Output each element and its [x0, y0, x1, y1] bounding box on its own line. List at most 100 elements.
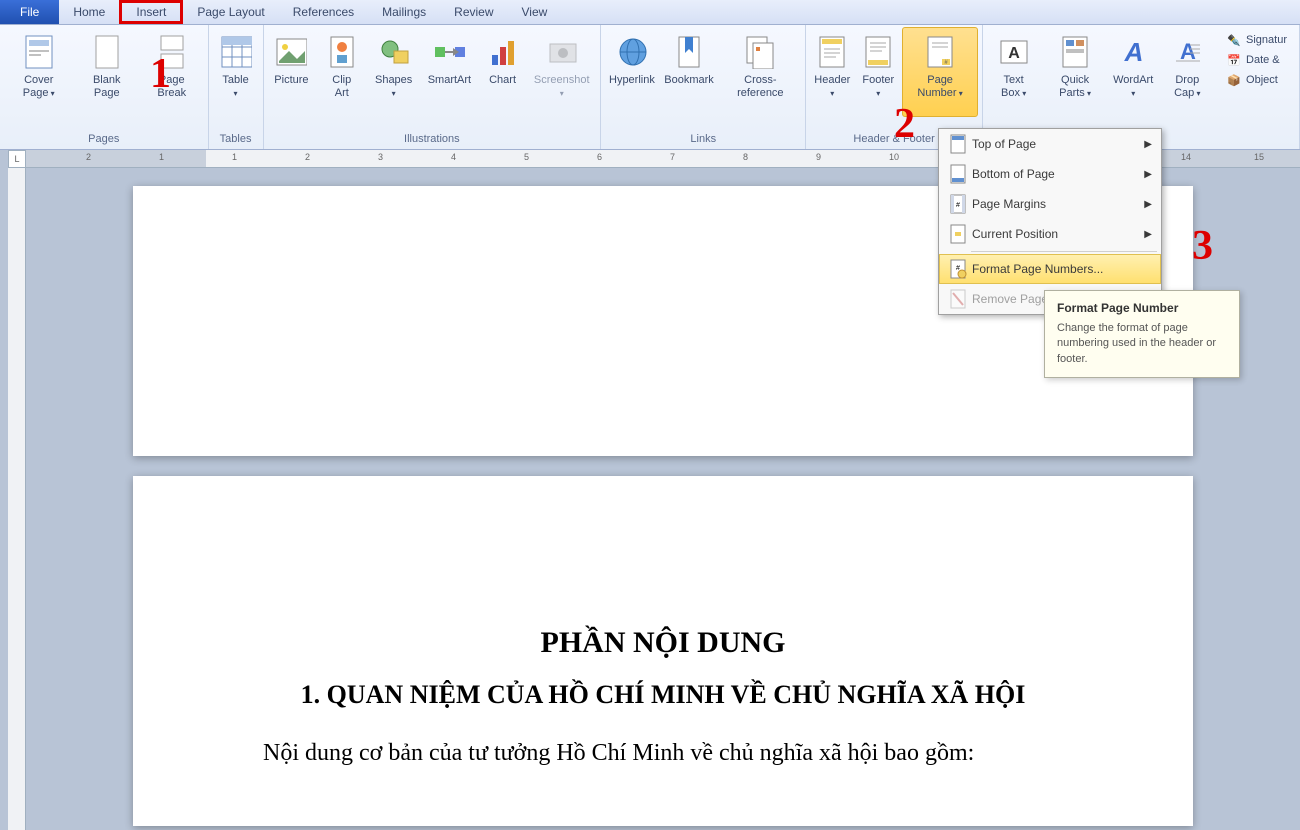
label: Top of Page	[972, 137, 1036, 151]
label: Bookmark	[664, 74, 714, 87]
tooltip-title: Format Page Number	[1057, 301, 1227, 315]
smartart-icon	[433, 32, 465, 72]
tab-insert[interactable]: Insert	[119, 0, 183, 24]
table-button[interactable]: Table▾	[213, 27, 259, 117]
group-illustrations: Picture Clip Art Shapes▾ SmartArt Chart …	[264, 25, 602, 149]
bookmark-icon	[673, 32, 705, 72]
picture-button[interactable]: Picture	[268, 27, 316, 117]
label: Page Break	[147, 74, 197, 100]
label: Cover Page ▾	[11, 74, 66, 100]
page-margins-icon: #	[944, 194, 972, 214]
current-position-icon	[944, 224, 972, 244]
doc-heading: PHẦN NỘI DUNG	[223, 626, 1103, 660]
screenshot-button[interactable]: Screenshot▾	[527, 27, 596, 117]
page-number-button[interactable]: # Page Number ▾	[902, 27, 978, 117]
separator	[971, 251, 1157, 252]
submenu-arrow-icon: ▶	[1144, 229, 1152, 240]
top-of-page-icon	[944, 134, 972, 154]
dd-top-of-page[interactable]: Top of Page ▶	[939, 129, 1161, 159]
cover-page-icon	[23, 32, 55, 72]
tab-page-layout[interactable]: Page Layout	[183, 0, 278, 24]
wordart-icon: A	[1117, 32, 1149, 72]
tab-view[interactable]: View	[508, 0, 562, 24]
tab-review[interactable]: Review	[440, 0, 507, 24]
svg-text:A: A	[1008, 45, 1020, 62]
label: Bottom of Page	[972, 167, 1055, 181]
header-button[interactable]: Header▾	[810, 27, 854, 117]
chart-icon	[487, 32, 519, 72]
wordart-button[interactable]: A WordArt▾	[1110, 27, 1157, 117]
header-icon	[816, 32, 848, 72]
ruler-corner[interactable]: L	[8, 150, 26, 168]
label: Blank Page	[82, 74, 131, 100]
footer-icon	[862, 32, 894, 72]
label: Shapes▾	[375, 74, 412, 100]
doc-paragraph: Nội dung cơ bản của tư tưởng Hồ Chí Minh…	[223, 740, 1103, 767]
label: SmartArt	[428, 74, 471, 87]
object-button[interactable]: 📦Object	[1222, 71, 1291, 89]
page-number-dropdown: Top of Page ▶ Bottom of Page ▶ # Page Ma…	[938, 128, 1162, 315]
table-icon	[220, 32, 252, 72]
label: WordArt▾	[1113, 74, 1153, 100]
label: Picture	[274, 74, 308, 87]
shapes-icon	[378, 32, 410, 72]
hyperlink-icon	[616, 32, 648, 72]
tab-home[interactable]: Home	[59, 0, 119, 24]
svg-text:#: #	[956, 202, 960, 209]
dd-page-margins[interactable]: # Page Margins ▶	[939, 189, 1161, 219]
page-break-icon	[156, 32, 188, 72]
label: Hyperlink	[609, 74, 655, 87]
chart-button[interactable]: Chart	[480, 27, 526, 117]
doc-subheading: 1. QUAN NIỆM CỦA HỒ CHÍ MINH VỀ CHỦ NGHĨ…	[223, 680, 1103, 710]
cover-page-button[interactable]: Cover Page ▾	[4, 27, 73, 117]
text-box-button[interactable]: A Text Box ▾	[987, 27, 1040, 117]
date-time-button[interactable]: 📅Date &	[1222, 51, 1291, 69]
group-links: Hyperlink Bookmark Cross-reference Links	[601, 25, 806, 149]
label: Footer▾	[862, 74, 894, 100]
picture-icon	[275, 32, 307, 72]
footer-button[interactable]: Footer▾	[856, 27, 900, 117]
group-tables: Table▾ Tables	[209, 25, 264, 149]
submenu-arrow-icon: ▶	[1144, 139, 1152, 150]
submenu-arrow-icon: ▶	[1144, 169, 1152, 180]
screenshot-icon	[546, 32, 578, 72]
smartart-button[interactable]: SmartArt	[421, 27, 478, 117]
submenu-arrow-icon: ▶	[1144, 199, 1152, 210]
hyperlink-button[interactable]: Hyperlink	[605, 27, 659, 117]
signature-line-button[interactable]: ✒️Signatur	[1222, 31, 1291, 49]
label: Clip Art	[324, 74, 359, 100]
drop-cap-icon: A	[1171, 32, 1203, 72]
dd-current-position[interactable]: Current Position ▶	[939, 219, 1161, 249]
drop-cap-button[interactable]: A Drop Cap ▾	[1159, 27, 1216, 117]
cross-reference-button[interactable]: Cross-reference	[719, 27, 801, 117]
label: Page Margins	[972, 197, 1046, 211]
blank-page-button[interactable]: Blank Page	[75, 27, 138, 117]
dd-format-page-numbers[interactable]: # Format Page Numbers...	[939, 254, 1161, 284]
bookmark-button[interactable]: Bookmark	[661, 27, 718, 117]
cross-ref-icon	[744, 32, 776, 72]
bottom-of-page-icon	[944, 164, 972, 184]
quick-parts-button[interactable]: Quick Parts ▾	[1042, 27, 1107, 117]
signature-icon: ✒️	[1226, 32, 1242, 48]
label: Screenshot▾	[534, 74, 590, 100]
label: Current Position	[972, 227, 1058, 241]
tab-references[interactable]: References	[279, 0, 368, 24]
file-tab[interactable]: File	[0, 0, 59, 24]
quick-parts-icon	[1059, 32, 1091, 72]
page-2[interactable]: PHẦN NỘI DUNG 1. QUAN NIỆM CỦA HỒ CHÍ MI…	[133, 476, 1193, 826]
page-break-button[interactable]: Page Break	[140, 27, 204, 117]
label: Cross-reference	[726, 74, 794, 100]
vertical-ruler[interactable]	[8, 168, 26, 830]
label: Quick Parts ▾	[1049, 74, 1100, 100]
label: Header▾	[814, 74, 850, 100]
clip-art-button[interactable]: Clip Art	[317, 27, 366, 117]
group-title: Tables	[213, 131, 259, 149]
label: Drop Cap ▾	[1166, 74, 1209, 100]
dd-bottom-of-page[interactable]: Bottom of Page ▶	[939, 159, 1161, 189]
format-page-numbers-icon: #	[944, 259, 972, 279]
shapes-button[interactable]: Shapes▾	[368, 27, 419, 117]
date-icon: 📅	[1226, 52, 1242, 68]
tab-mailings[interactable]: Mailings	[368, 0, 440, 24]
clip-art-icon	[326, 32, 358, 72]
group-title: Pages	[4, 131, 204, 149]
